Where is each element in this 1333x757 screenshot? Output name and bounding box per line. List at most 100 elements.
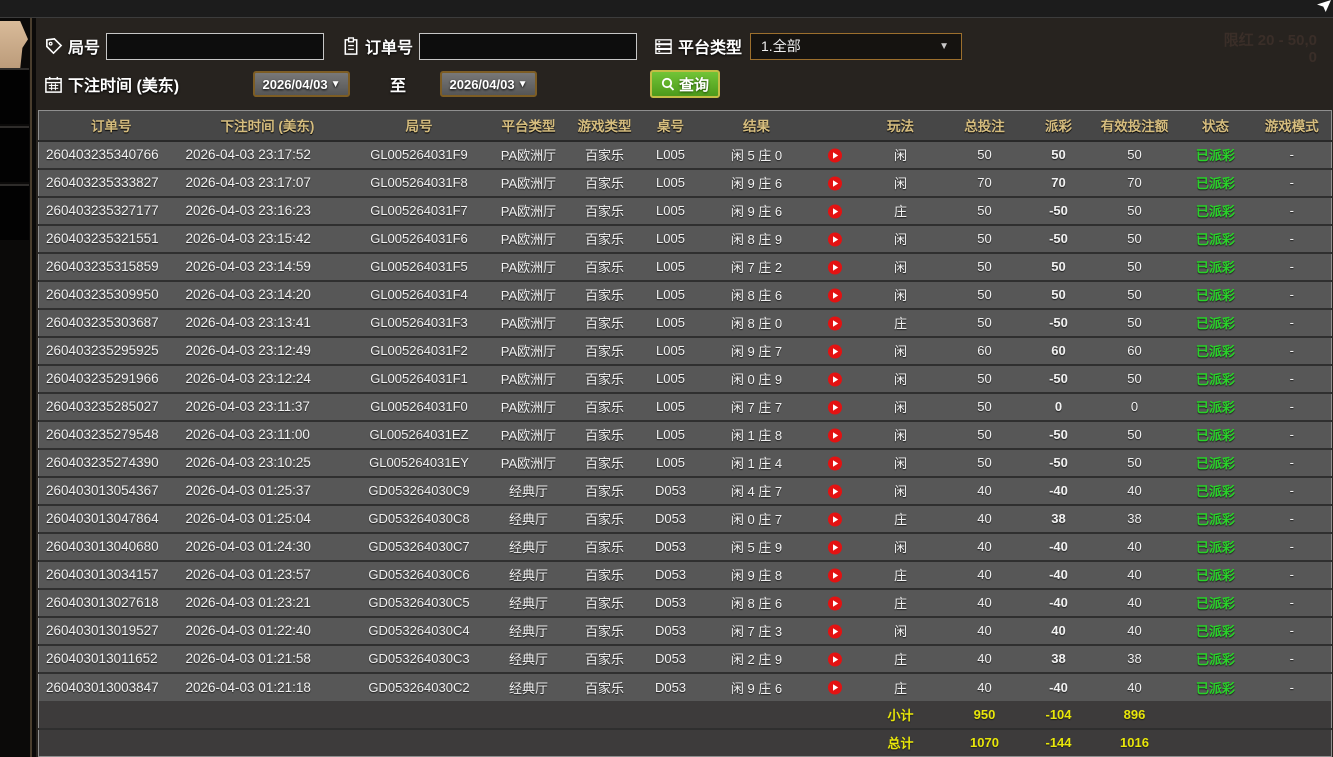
round-number: GL005264031F9 bbox=[352, 141, 487, 169]
bet-time: 2026-04-03 23:13:41 bbox=[184, 309, 352, 337]
replay-video-icon[interactable] bbox=[827, 204, 843, 219]
game-type: 百家乐 bbox=[571, 281, 639, 309]
total-bet: 1070 bbox=[943, 729, 1027, 757]
replay-video-icon[interactable] bbox=[827, 176, 843, 191]
replay-video-icon[interactable] bbox=[827, 652, 843, 667]
col-status: 状态 bbox=[1179, 111, 1253, 141]
replay-video-icon[interactable] bbox=[827, 260, 843, 275]
bet-time: 2026-04-03 23:12:24 bbox=[184, 365, 352, 393]
valid-bet: 40 bbox=[1091, 673, 1179, 701]
date-to-picker[interactable]: 2026/04/03 ▼ bbox=[440, 71, 537, 97]
chevron-down-icon: ▼ bbox=[518, 79, 528, 90]
valid-bet: 38 bbox=[1091, 505, 1179, 533]
table-number: L005 bbox=[639, 337, 703, 365]
result-score: 闲 1 庄 8 bbox=[703, 421, 811, 449]
play-type: 庄 bbox=[859, 197, 943, 225]
replay-video-icon[interactable] bbox=[827, 232, 843, 247]
status-badge: 已派彩 bbox=[1179, 561, 1253, 589]
table-row: 260403235309950 2026-04-03 23:14:20 GL00… bbox=[39, 281, 1332, 309]
order-number: 260403013003847 bbox=[39, 673, 184, 701]
round-input[interactable] bbox=[106, 33, 324, 60]
play-type: 闲 bbox=[859, 393, 943, 421]
play-type: 闲 bbox=[859, 253, 943, 281]
platform-type: PA欧洲厅 bbox=[487, 141, 571, 169]
result-score: 闲 9 庄 8 bbox=[703, 561, 811, 589]
replay-video-icon[interactable] bbox=[827, 624, 843, 639]
replay-video-icon[interactable] bbox=[827, 400, 843, 415]
platform-type: PA欧洲厅 bbox=[487, 337, 571, 365]
platform-type: PA欧洲厅 bbox=[487, 421, 571, 449]
total-bet: 40 bbox=[943, 673, 1027, 701]
platform-select[interactable]: 1.全部 ▼ bbox=[750, 33, 962, 60]
date-to-value: 2026/04/03 bbox=[450, 77, 515, 92]
replay-video-icon[interactable] bbox=[827, 568, 843, 583]
order-number: 260403013019527 bbox=[39, 617, 184, 645]
game-mode: - bbox=[1253, 141, 1332, 169]
clipboard-icon bbox=[342, 37, 360, 56]
payout-amount: -40 bbox=[1027, 673, 1091, 701]
order-number: 260403013047864 bbox=[39, 505, 184, 533]
order-input[interactable] bbox=[419, 33, 637, 60]
replay-video-icon[interactable] bbox=[827, 512, 843, 527]
replay-video-icon[interactable] bbox=[827, 596, 843, 611]
game-type: 百家乐 bbox=[571, 309, 639, 337]
date-from-picker[interactable]: 2026/04/03 ▼ bbox=[253, 71, 350, 97]
result-score: 闲 5 庄 9 bbox=[703, 533, 811, 561]
valid-bet: 50 bbox=[1091, 449, 1179, 477]
game-mode: - bbox=[1253, 645, 1332, 673]
payout-amount: -40 bbox=[1027, 589, 1091, 617]
replay-video-icon[interactable] bbox=[827, 540, 843, 555]
sidebar-block bbox=[0, 184, 29, 240]
replay-video-icon[interactable] bbox=[827, 288, 843, 303]
replay-video-icon[interactable] bbox=[827, 344, 843, 359]
play-type: 庄 bbox=[859, 673, 943, 701]
table-row: 260403235333827 2026-04-03 23:17:07 GL00… bbox=[39, 169, 1332, 197]
status-badge: 已派彩 bbox=[1179, 281, 1253, 309]
date-to-separator: 至 bbox=[390, 72, 406, 96]
table-row: 260403235315859 2026-04-03 23:14:59 GL00… bbox=[39, 253, 1332, 281]
valid-bet: 70 bbox=[1091, 169, 1179, 197]
payout-amount: -50 bbox=[1027, 449, 1091, 477]
result-score: 闲 7 庄 3 bbox=[703, 617, 811, 645]
game-mode: - bbox=[1253, 365, 1332, 393]
total-bet: 40 bbox=[943, 617, 1027, 645]
left-sidebar bbox=[0, 18, 36, 757]
platform-type: 经典厅 bbox=[487, 477, 571, 505]
replay-video-icon[interactable] bbox=[827, 484, 843, 499]
total-row: 总计 1070 -144 1016 bbox=[39, 729, 1332, 757]
round-number: GL005264031F4 bbox=[352, 281, 487, 309]
game-type: 百家乐 bbox=[571, 449, 639, 477]
bet-time: 2026-04-03 01:23:21 bbox=[184, 589, 352, 617]
table-number: D053 bbox=[639, 673, 703, 701]
replay-video-icon[interactable] bbox=[827, 428, 843, 443]
play-type: 闲 bbox=[859, 533, 943, 561]
game-type: 百家乐 bbox=[571, 337, 639, 365]
col-game: 游戏类型 bbox=[571, 111, 639, 141]
query-button[interactable]: 查询 bbox=[650, 70, 720, 98]
col-round: 局号 bbox=[352, 111, 487, 141]
bet-time: 2026-04-03 23:16:23 bbox=[184, 197, 352, 225]
replay-video-icon[interactable] bbox=[827, 316, 843, 331]
payout-amount: 38 bbox=[1027, 505, 1091, 533]
status-badge: 已派彩 bbox=[1179, 589, 1253, 617]
bet-time-group: 下注时间 (美东) bbox=[44, 70, 179, 98]
sidebar-collapse-tab[interactable] bbox=[0, 21, 28, 69]
replay-video-icon[interactable] bbox=[827, 456, 843, 471]
replay-video-icon[interactable] bbox=[827, 372, 843, 387]
game-mode: - bbox=[1253, 617, 1332, 645]
result-score: 闲 7 庄 7 bbox=[703, 393, 811, 421]
replay-video-icon[interactable] bbox=[827, 680, 843, 695]
play-type: 闲 bbox=[859, 169, 943, 197]
col-valid: 有效投注额 bbox=[1091, 111, 1179, 141]
table-number: L005 bbox=[639, 365, 703, 393]
valid-bet: 50 bbox=[1091, 281, 1179, 309]
table-body: 260403235340766 2026-04-03 23:17:52 GL00… bbox=[39, 141, 1332, 701]
table-row: 260403013011652 2026-04-03 01:21:58 GD05… bbox=[39, 645, 1332, 673]
platform-type: 经典厅 bbox=[487, 589, 571, 617]
round-number: GD053264030C8 bbox=[352, 505, 487, 533]
bet-time: 2026-04-03 01:25:37 bbox=[184, 477, 352, 505]
bet-time: 2026-04-03 23:14:59 bbox=[184, 253, 352, 281]
replay-video-icon[interactable] bbox=[827, 148, 843, 163]
game-type: 百家乐 bbox=[571, 617, 639, 645]
valid-bet: 40 bbox=[1091, 561, 1179, 589]
